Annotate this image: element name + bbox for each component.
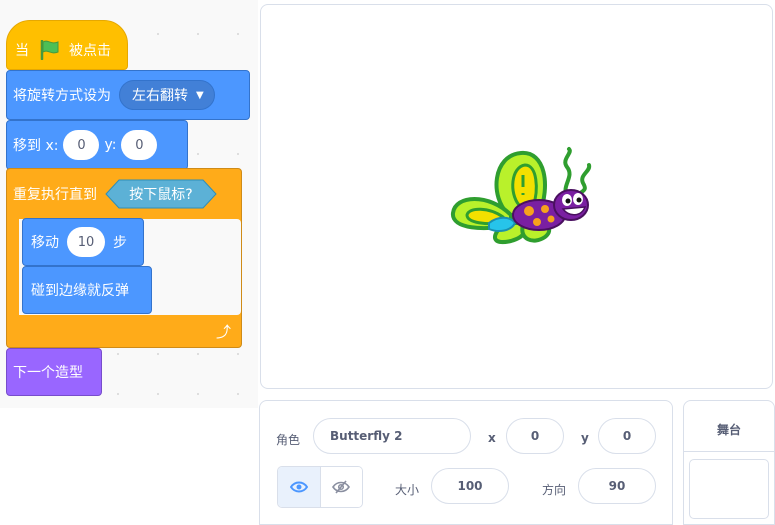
set-rotation-label: 将旋转方式设为 bbox=[13, 88, 111, 104]
move-steps-block[interactable]: 移动 10 步 bbox=[22, 218, 144, 266]
go-to-xy-block[interactable]: 移到 x: 0 y: 0 bbox=[6, 120, 188, 170]
next-costume-label: 下一个造型 bbox=[13, 365, 83, 381]
loop-arrow-icon: ⤴ bbox=[215, 323, 231, 341]
mouse-down-label: 按下鼠标? bbox=[129, 187, 193, 203]
goto-y-label: y: bbox=[104, 137, 117, 153]
x-input[interactable]: 0 bbox=[63, 130, 100, 160]
eye-slash-icon bbox=[332, 480, 351, 494]
bounce-label: 碰到边缘就反弹 bbox=[31, 283, 129, 299]
when-flag-clicked-block[interactable]: 当 被点击 bbox=[6, 20, 128, 70]
sprite-y-field[interactable]: 0 bbox=[598, 418, 656, 454]
stage-canvas[interactable] bbox=[260, 4, 773, 389]
rotation-style-dropdown[interactable]: 左右翻转 ▼ bbox=[119, 80, 215, 110]
clicked-label: 被点击 bbox=[69, 43, 111, 59]
sprite-name-value: Butterfly 2 bbox=[330, 429, 403, 443]
butterfly-sprite[interactable] bbox=[449, 145, 599, 245]
direction-field[interactable]: 90 bbox=[578, 468, 656, 504]
stage-panel-divider bbox=[684, 451, 774, 452]
goto-x-label: 移到 x: bbox=[13, 138, 59, 154]
move-label: 移动 bbox=[31, 235, 59, 251]
stage-selector-panel[interactable]: 舞台 bbox=[683, 400, 775, 525]
bounce-on-edge-block[interactable]: 碰到边缘就反弹 bbox=[22, 266, 152, 314]
repeat-until-label: 重复执行直到 bbox=[13, 187, 97, 203]
sprite-name-field[interactable]: Butterfly 2 bbox=[313, 418, 471, 454]
steps-input[interactable]: 10 bbox=[67, 227, 105, 257]
chevron-down-icon: ▼ bbox=[196, 89, 204, 101]
eye-icon bbox=[289, 481, 308, 493]
y-input[interactable]: 0 bbox=[121, 130, 158, 160]
size-value: 100 bbox=[457, 479, 483, 493]
direction-label: 方向 bbox=[542, 483, 567, 497]
x-label: x bbox=[488, 431, 496, 445]
size-field[interactable]: 100 bbox=[431, 468, 509, 504]
show-button[interactable] bbox=[278, 467, 321, 507]
next-costume-block[interactable]: 下一个造型 bbox=[6, 348, 102, 396]
direction-value: 90 bbox=[608, 479, 626, 493]
set-rotation-style-block[interactable]: 将旋转方式设为 左右翻转 ▼ bbox=[6, 70, 250, 120]
sprite-info-panel: 角色 Butterfly 2 x 0 y 0 大小 100 方向 90 bbox=[259, 400, 673, 525]
y-label: y bbox=[581, 431, 589, 445]
sprite-label: 角色 bbox=[276, 433, 301, 447]
stage-panel-title: 舞台 bbox=[716, 423, 741, 437]
stage-thumbnail[interactable] bbox=[689, 459, 769, 519]
steps-unit-label: 步 bbox=[113, 235, 127, 251]
code-area[interactable]: 当 被点击 将旋转方式设为 左右翻转 ▼ 移到 x: 0 y: 0 重复执行直到 bbox=[0, 0, 258, 408]
size-label: 大小 bbox=[395, 483, 420, 497]
sprite-x-value: 0 bbox=[530, 429, 540, 443]
sprite-x-field[interactable]: 0 bbox=[506, 418, 564, 454]
hide-button[interactable] bbox=[320, 467, 362, 507]
sprite-y-value: 0 bbox=[622, 429, 632, 443]
rotation-style-value: 左右翻转 bbox=[132, 88, 188, 104]
visibility-toggle bbox=[277, 466, 363, 508]
green-flag-icon bbox=[39, 40, 61, 60]
mouse-down-condition[interactable]: 按下鼠标? bbox=[105, 179, 217, 209]
when-label: 当 bbox=[15, 43, 29, 59]
